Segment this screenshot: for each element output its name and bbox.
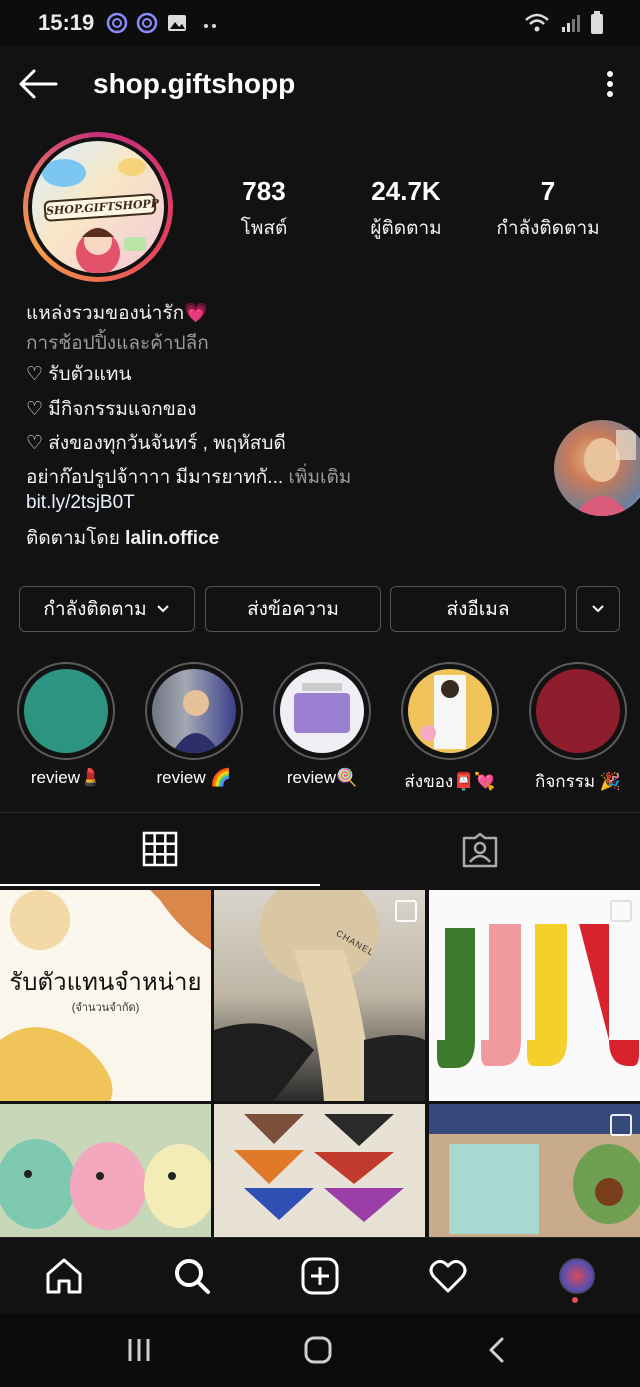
- status-right: [524, 11, 604, 35]
- story-highlight[interactable]: review🍭: [272, 662, 372, 788]
- stat-posts[interactable]: 783 โพสต์: [214, 176, 314, 243]
- search-icon[interactable]: [172, 1256, 212, 1296]
- bio-name: แหล่งรวมของน่ารัก💗: [26, 303, 208, 324]
- wifi-icon: [525, 13, 549, 32]
- bio-line: ♡ ส่งของทุกวันจันทร์ , พฤหัสบดี: [26, 433, 286, 454]
- post-art: [0, 1139, 211, 1230]
- tab-tagged[interactable]: [320, 812, 640, 886]
- chevron-down-icon: [592, 605, 604, 613]
- floating-profile-photo[interactable]: [554, 420, 640, 516]
- post-thumbnail[interactable]: รับตัวแทนจำหน่าย (จำนวนจำกัด): [0, 890, 211, 1101]
- activity-heart-icon[interactable]: [428, 1256, 468, 1296]
- highlight-cover: [408, 669, 492, 753]
- stat-posts-label: โพสต์: [240, 218, 288, 239]
- post-thumbnail[interactable]: [429, 1104, 640, 1237]
- post-art: [429, 1104, 640, 1234]
- following-button[interactable]: กำลังติดตาม: [19, 586, 195, 632]
- viber-icon: [136, 12, 158, 34]
- highlight-cover: [152, 669, 236, 753]
- back-arrow-icon[interactable]: [16, 66, 60, 102]
- post-art: [234, 1114, 404, 1222]
- home-icon[interactable]: [44, 1256, 84, 1296]
- photo-thumbnail: [574, 430, 636, 516]
- post-thumbnail[interactable]: [429, 890, 640, 1101]
- signal-icon: [562, 15, 580, 32]
- status-time: 15:19: [38, 10, 95, 35]
- stat-followers-label: ผู้ติดตาม: [370, 218, 442, 239]
- stat-followers[interactable]: 24.7K ผู้ติดตาม: [346, 176, 466, 243]
- highlight-label: review🍭: [286, 768, 358, 787]
- highlight-photo: [294, 683, 350, 733]
- post-subtitle: (จำนวนจำกัด): [71, 1002, 140, 1014]
- email-button-label: ส่งอีเมล: [446, 599, 510, 620]
- multi-photo-icon: [610, 1114, 632, 1136]
- message-button[interactable]: ส่งข้อความ: [205, 586, 381, 632]
- highlight-cover: [24, 669, 108, 753]
- followed-by-prefix: ติดตามโดย: [26, 528, 120, 549]
- following-button-label: กำลังติดตาม: [43, 599, 147, 620]
- bio-website-link[interactable]: bit.ly/2tsjB0T: [26, 492, 135, 514]
- story-highlight[interactable]: ส่งของ📮💘: [400, 662, 500, 795]
- more-dots-icon: [204, 24, 216, 28]
- highlight-label: ส่งของ📮💘: [404, 772, 496, 791]
- chevron-down-icon: [156, 605, 169, 613]
- bio-followed-by: ติดตามโดย lalin.office: [26, 523, 219, 553]
- suggested-accounts-button[interactable]: [576, 586, 620, 632]
- highlight-photo: [420, 675, 466, 749]
- bio-line: ♡ มีกิจกรรมแจกของ: [26, 399, 197, 420]
- post-art: [214, 890, 425, 1101]
- stat-following-value: 7: [540, 176, 556, 206]
- home-button-icon[interactable]: [303, 1335, 333, 1365]
- multi-photo-icon: [610, 900, 632, 922]
- system-navigation-bar: [0, 1313, 640, 1387]
- more-options-icon[interactable]: [598, 66, 622, 102]
- highlight-label: review💄: [30, 768, 102, 787]
- highlight-label: กิจกรรม 🎉: [535, 772, 621, 791]
- stat-following[interactable]: 7 กำลังติดตาม: [486, 176, 610, 243]
- viber-icon: [106, 12, 128, 34]
- tab-posts-grid[interactable]: [0, 812, 320, 886]
- highlight-photo: [172, 690, 220, 753]
- post-art: [437, 924, 639, 1068]
- post-thumbnail[interactable]: [0, 1104, 211, 1237]
- highlight-cover: [280, 669, 364, 753]
- tagged-person-icon: [462, 832, 498, 868]
- stat-followers-value: 24.7K: [371, 176, 441, 206]
- profile-username: shop.giftshopp: [93, 68, 296, 99]
- story-highlight[interactable]: กิจกรรม 🎉: [528, 662, 628, 795]
- followed-by-user[interactable]: lalin.office: [125, 528, 219, 549]
- bio-more-link[interactable]: เพิ่มเติม: [288, 467, 351, 488]
- bottom-navigation: [0, 1237, 640, 1314]
- status-bar: 15:19: [0, 0, 640, 46]
- message-button-label: ส่งข้อความ: [247, 599, 339, 620]
- bio-line-truncated: อย่าก๊อปรูปจ้าาาา มีมารยาทกั... เพิ่มเติ…: [26, 462, 351, 492]
- system-back-icon[interactable]: [482, 1335, 512, 1365]
- profile-tab-avatar[interactable]: [559, 1258, 595, 1294]
- stat-following-label: กำลังติดตาม: [496, 218, 600, 239]
- bio-category: การช้อปปิ้งและค้าปลีก: [26, 333, 209, 354]
- new-post-icon[interactable]: [300, 1256, 340, 1296]
- story-highlight[interactable]: review 🌈: [144, 662, 244, 788]
- bio-line: ♡ รับตัวแทน: [26, 364, 132, 385]
- battery-icon: [591, 11, 603, 34]
- stat-posts-value: 783: [242, 176, 286, 206]
- profile-avatar[interactable]: SHOP.GIFTSHOPP: [23, 132, 173, 282]
- recent-apps-icon[interactable]: [124, 1335, 154, 1365]
- highlight-cover: [536, 669, 620, 753]
- email-button[interactable]: ส่งอีเมล: [390, 586, 566, 632]
- highlight-label: review 🌈: [156, 768, 232, 787]
- notification-dot: [572, 1297, 578, 1303]
- post-title: รับตัวแทนจำหน่าย: [9, 968, 202, 996]
- multi-photo-icon: [395, 900, 417, 922]
- grid-icon: [142, 831, 178, 867]
- post-thumbnail[interactable]: CHANEL: [214, 890, 425, 1101]
- bio-line-text: อย่าก๊อปรูปจ้าาาา มีมารยาทกั...: [26, 467, 284, 488]
- image-icon: [168, 15, 186, 31]
- post-thumbnail[interactable]: [214, 1104, 425, 1237]
- story-highlight[interactable]: review💄: [16, 662, 116, 788]
